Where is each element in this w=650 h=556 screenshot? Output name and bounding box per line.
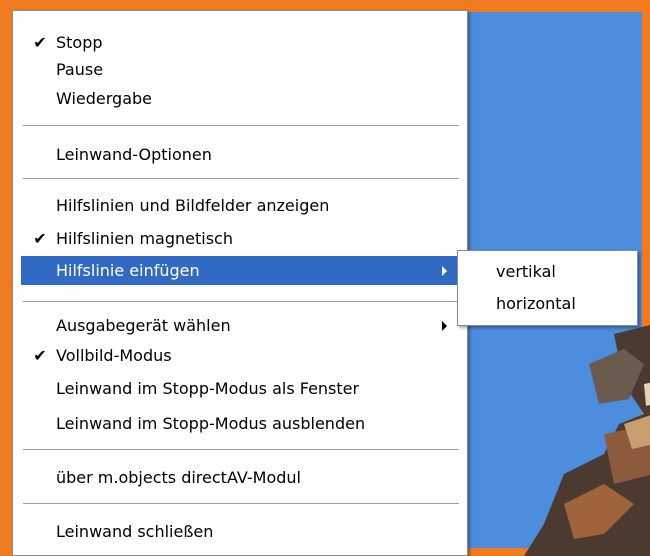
- menu-item-label: Pause: [56, 60, 104, 79]
- menu-item-label: Ausgabegerät wählen: [56, 316, 231, 335]
- checkmark-icon: ✔: [33, 346, 47, 365]
- menu-item-leinwand-schliessen[interactable]: Leinwand schließen: [21, 517, 459, 546]
- menu-item-label: Hilfslinien magnetisch: [56, 229, 233, 248]
- menu-item-stopp[interactable]: ✔ Stopp: [21, 28, 459, 57]
- menu-item-stopp-modus-fenster[interactable]: Leinwand im Stopp-Modus als Fenster: [21, 374, 459, 403]
- menu-separator: [23, 503, 459, 505]
- menu-item-label: vertikal: [496, 262, 556, 281]
- submenu-hilfslinie: vertikal horizontal: [457, 250, 638, 326]
- menu-item-label: Leinwand schließen: [56, 522, 214, 541]
- menu-item-stopp-modus-ausblenden[interactable]: Leinwand im Stopp-Modus ausblenden: [21, 409, 459, 438]
- menu-item-leinwand-optionen[interactable]: Leinwand-Optionen: [21, 140, 459, 169]
- checkmark-icon: ✔: [33, 229, 47, 248]
- menu-separator: [23, 301, 459, 303]
- menu-separator: [23, 125, 459, 127]
- menu-item-label: Hilfslinien und Bildfelder anzeigen: [56, 196, 330, 215]
- submenu-item-vertikal[interactable]: vertikal: [461, 257, 634, 286]
- menu-item-label: Leinwand im Stopp-Modus als Fenster: [56, 379, 360, 398]
- menu-item-ausgabegeraet-waehlen[interactable]: Ausgabegerät wählen: [21, 311, 459, 340]
- menu-item-label: Hilfslinie einfügen: [56, 261, 200, 280]
- menu-item-label: Stopp: [56, 33, 103, 52]
- submenu-arrow-icon: [442, 321, 447, 331]
- menu-item-hilfslinien-magnetisch[interactable]: ✔ Hilfslinien magnetisch: [21, 224, 459, 253]
- menu-item-vollbild-modus[interactable]: ✔ Vollbild-Modus: [21, 341, 459, 370]
- menu-item-wiedergabe[interactable]: Wiedergabe: [21, 84, 459, 113]
- menu-item-label: Wiedergabe: [56, 89, 153, 108]
- menu-separator: [23, 449, 459, 451]
- submenu-item-horizontal[interactable]: horizontal: [461, 289, 634, 318]
- checkmark-icon: ✔: [33, 33, 47, 52]
- menu-item-hilfslinien-anzeigen[interactable]: Hilfslinien und Bildfelder anzeigen: [21, 191, 459, 220]
- menu-item-pause[interactable]: Pause: [21, 55, 459, 84]
- menu-separator: [23, 178, 459, 180]
- menu-item-label: Leinwand im Stopp-Modus ausblenden: [56, 414, 366, 433]
- menu-item-label: horizontal: [496, 294, 576, 313]
- context-menu: ✔ Stopp Pause Wiedergabe Leinwand-Option…: [12, 10, 468, 556]
- submenu-arrow-icon: [442, 266, 447, 276]
- menu-item-ueber-directav[interactable]: über m.objects directAV-Modul: [21, 463, 459, 492]
- menu-item-label: Leinwand-Optionen: [56, 145, 212, 164]
- menu-item-label: über m.objects directAV-Modul: [56, 468, 301, 487]
- menu-item-label: Vollbild-Modus: [56, 346, 172, 365]
- menu-item-hilfslinie-einfuegen[interactable]: Hilfslinie einfügen: [21, 256, 459, 285]
